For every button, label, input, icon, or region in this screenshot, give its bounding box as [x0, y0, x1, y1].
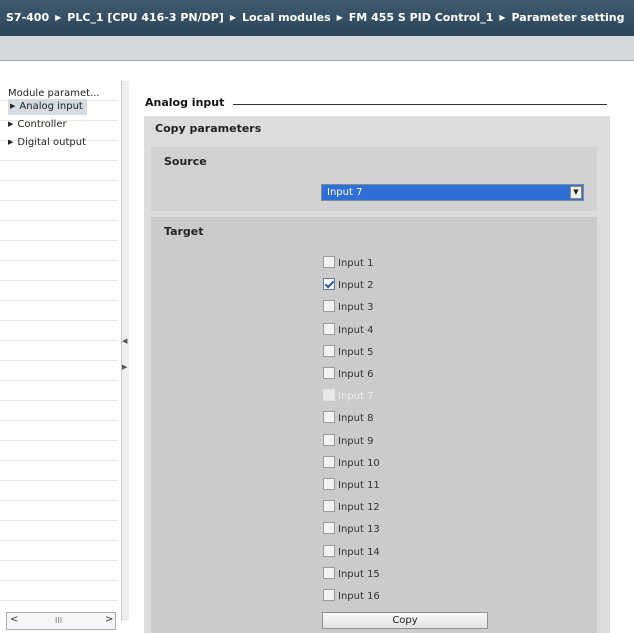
expand-right-icon[interactable]: ▶	[122, 363, 127, 371]
nav-row-lines	[0, 81, 118, 601]
target-checkbox-row[interactable]: Input 15	[323, 567, 380, 582]
breadcrumb-item-parameter-setting[interactable]: Parameter setting	[512, 11, 625, 24]
nav-horizontal-scrollbar[interactable]: < III >	[6, 612, 116, 630]
target-checkbox-row[interactable]: Input 3	[323, 300, 374, 315]
breadcrumb-separator-icon: ▶	[229, 13, 236, 22]
nav-item-label: Digital output	[17, 137, 86, 148]
breadcrumb-item-module[interactable]: FM 455 S PID Control_1	[349, 11, 494, 24]
checkbox[interactable]	[323, 456, 335, 468]
checkbox[interactable]	[323, 500, 335, 512]
checkbox[interactable]	[323, 522, 335, 534]
nav-item-digital-output[interactable]: ▶ Digital output	[8, 135, 86, 151]
target-checkbox-row[interactable]: Input 2	[323, 278, 374, 293]
target-checkbox-row[interactable]: Input 11	[323, 478, 380, 493]
nav-item-label: Module paramet...	[8, 88, 100, 99]
target-checkbox-label: Input 15	[338, 569, 380, 580]
target-checkbox-label: Input 6	[338, 369, 374, 380]
target-checkbox-row[interactable]: Input 14	[323, 545, 380, 560]
target-checkbox-label: Input 8	[338, 413, 374, 424]
checkbox[interactable]	[323, 434, 335, 446]
source-select[interactable]: Input 7 ▼	[321, 184, 584, 201]
target-checkbox-row[interactable]: Input 8	[323, 411, 374, 426]
source-title: Source	[164, 155, 207, 168]
nav-item-controller[interactable]: ▶ Controller	[8, 117, 67, 133]
copy-button[interactable]: Copy	[322, 612, 488, 629]
breadcrumb-item-plc[interactable]: PLC_1 [CPU 416-3 PN/DP]	[67, 11, 224, 24]
target-checkbox-label: Input 10	[338, 458, 380, 469]
checkbox[interactable]	[323, 589, 335, 601]
checkbox[interactable]	[323, 367, 335, 379]
breadcrumb-item-local-modules[interactable]: Local modules	[242, 11, 331, 24]
checkbox[interactable]	[323, 323, 335, 335]
nav-item-label: Analog input	[19, 101, 83, 112]
target-checkbox-label: Input 13	[338, 524, 380, 535]
target-checkbox-label: Input 12	[338, 502, 380, 513]
target-checkbox-row[interactable]: Input 4	[323, 323, 374, 338]
expand-arrow-icon[interactable]: ▶	[8, 138, 13, 146]
nav-splitter[interactable]: ◀ ▶	[121, 81, 129, 621]
toolbar	[0, 36, 634, 61]
checkbox[interactable]	[323, 478, 335, 490]
checkbox[interactable]	[323, 300, 335, 312]
checkbox[interactable]	[323, 545, 335, 557]
nav-item-analog-input[interactable]: ▶ Analog input	[8, 99, 87, 115]
checkbox[interactable]	[323, 256, 335, 268]
section-title: Analog input	[145, 96, 225, 109]
target-checkbox-label: Input 16	[338, 591, 380, 602]
breadcrumb-item-s7-400[interactable]: S7-400	[6, 11, 49, 24]
target-title: Target	[164, 225, 204, 238]
target-checkbox-row: Input 7	[323, 389, 374, 404]
checkbox-checked[interactable]	[323, 278, 335, 290]
target-checkbox-label: Input 4	[338, 325, 374, 336]
target-checkbox-label: Input 1	[338, 258, 374, 269]
scroll-thumb-grip-icon[interactable]: III	[55, 616, 62, 625]
nav-item-label: Controller	[17, 119, 67, 130]
target-checkbox-row[interactable]: Input 6	[323, 367, 374, 382]
section-divider	[233, 104, 607, 105]
checkbox[interactable]	[323, 567, 335, 579]
breadcrumb: S7-400 ▶ PLC_1 [CPU 416-3 PN/DP] ▶ Local mod…	[0, 0, 634, 36]
target-checkbox-row[interactable]: Input 5	[323, 345, 374, 360]
target-checkbox-label: Input 3	[338, 302, 374, 313]
dropdown-arrow-icon[interactable]: ▼	[570, 186, 582, 199]
breadcrumb-separator-icon: ▶	[55, 13, 62, 22]
source-select-value: Input 7	[327, 187, 363, 198]
scroll-right-icon[interactable]: >	[105, 614, 113, 625]
source-panel	[151, 147, 597, 211]
copy-parameters-title: Copy parameters	[155, 122, 262, 135]
target-checkbox-row[interactable]: Input 9	[323, 434, 374, 449]
target-checkbox-row[interactable]: Input 12	[323, 500, 380, 515]
checkbox[interactable]	[323, 411, 335, 423]
target-checkbox-row[interactable]: Input 1	[323, 256, 374, 271]
target-checkbox-label: Input 14	[338, 547, 380, 558]
expand-arrow-icon[interactable]: ▶	[8, 120, 13, 128]
checkbox	[323, 389, 335, 401]
target-checkbox-label: Input 9	[338, 436, 374, 447]
target-checkbox-row[interactable]: Input 10	[323, 456, 380, 471]
target-checkbox-label: Input 5	[338, 347, 374, 358]
target-checkbox-label: Input 2	[338, 280, 374, 291]
target-checkbox-row[interactable]: Input 16	[323, 589, 380, 604]
header-spacer	[0, 61, 634, 81]
collapse-left-icon[interactable]: ◀	[122, 337, 127, 345]
parameter-navigation: Module paramet... ▶ Analog input ▶ Control…	[0, 81, 129, 633]
breadcrumb-separator-icon: ▶	[336, 13, 343, 22]
target-checkbox-row[interactable]: Input 13	[323, 522, 380, 537]
checkbox[interactable]	[323, 345, 335, 357]
scroll-left-icon[interactable]: <	[10, 614, 18, 625]
breadcrumb-separator-icon: ▶	[499, 13, 506, 22]
expand-arrow-icon[interactable]: ▶	[10, 102, 15, 110]
target-checkbox-label: Input 11	[338, 480, 380, 491]
target-checkbox-label: Input 7	[338, 391, 374, 402]
